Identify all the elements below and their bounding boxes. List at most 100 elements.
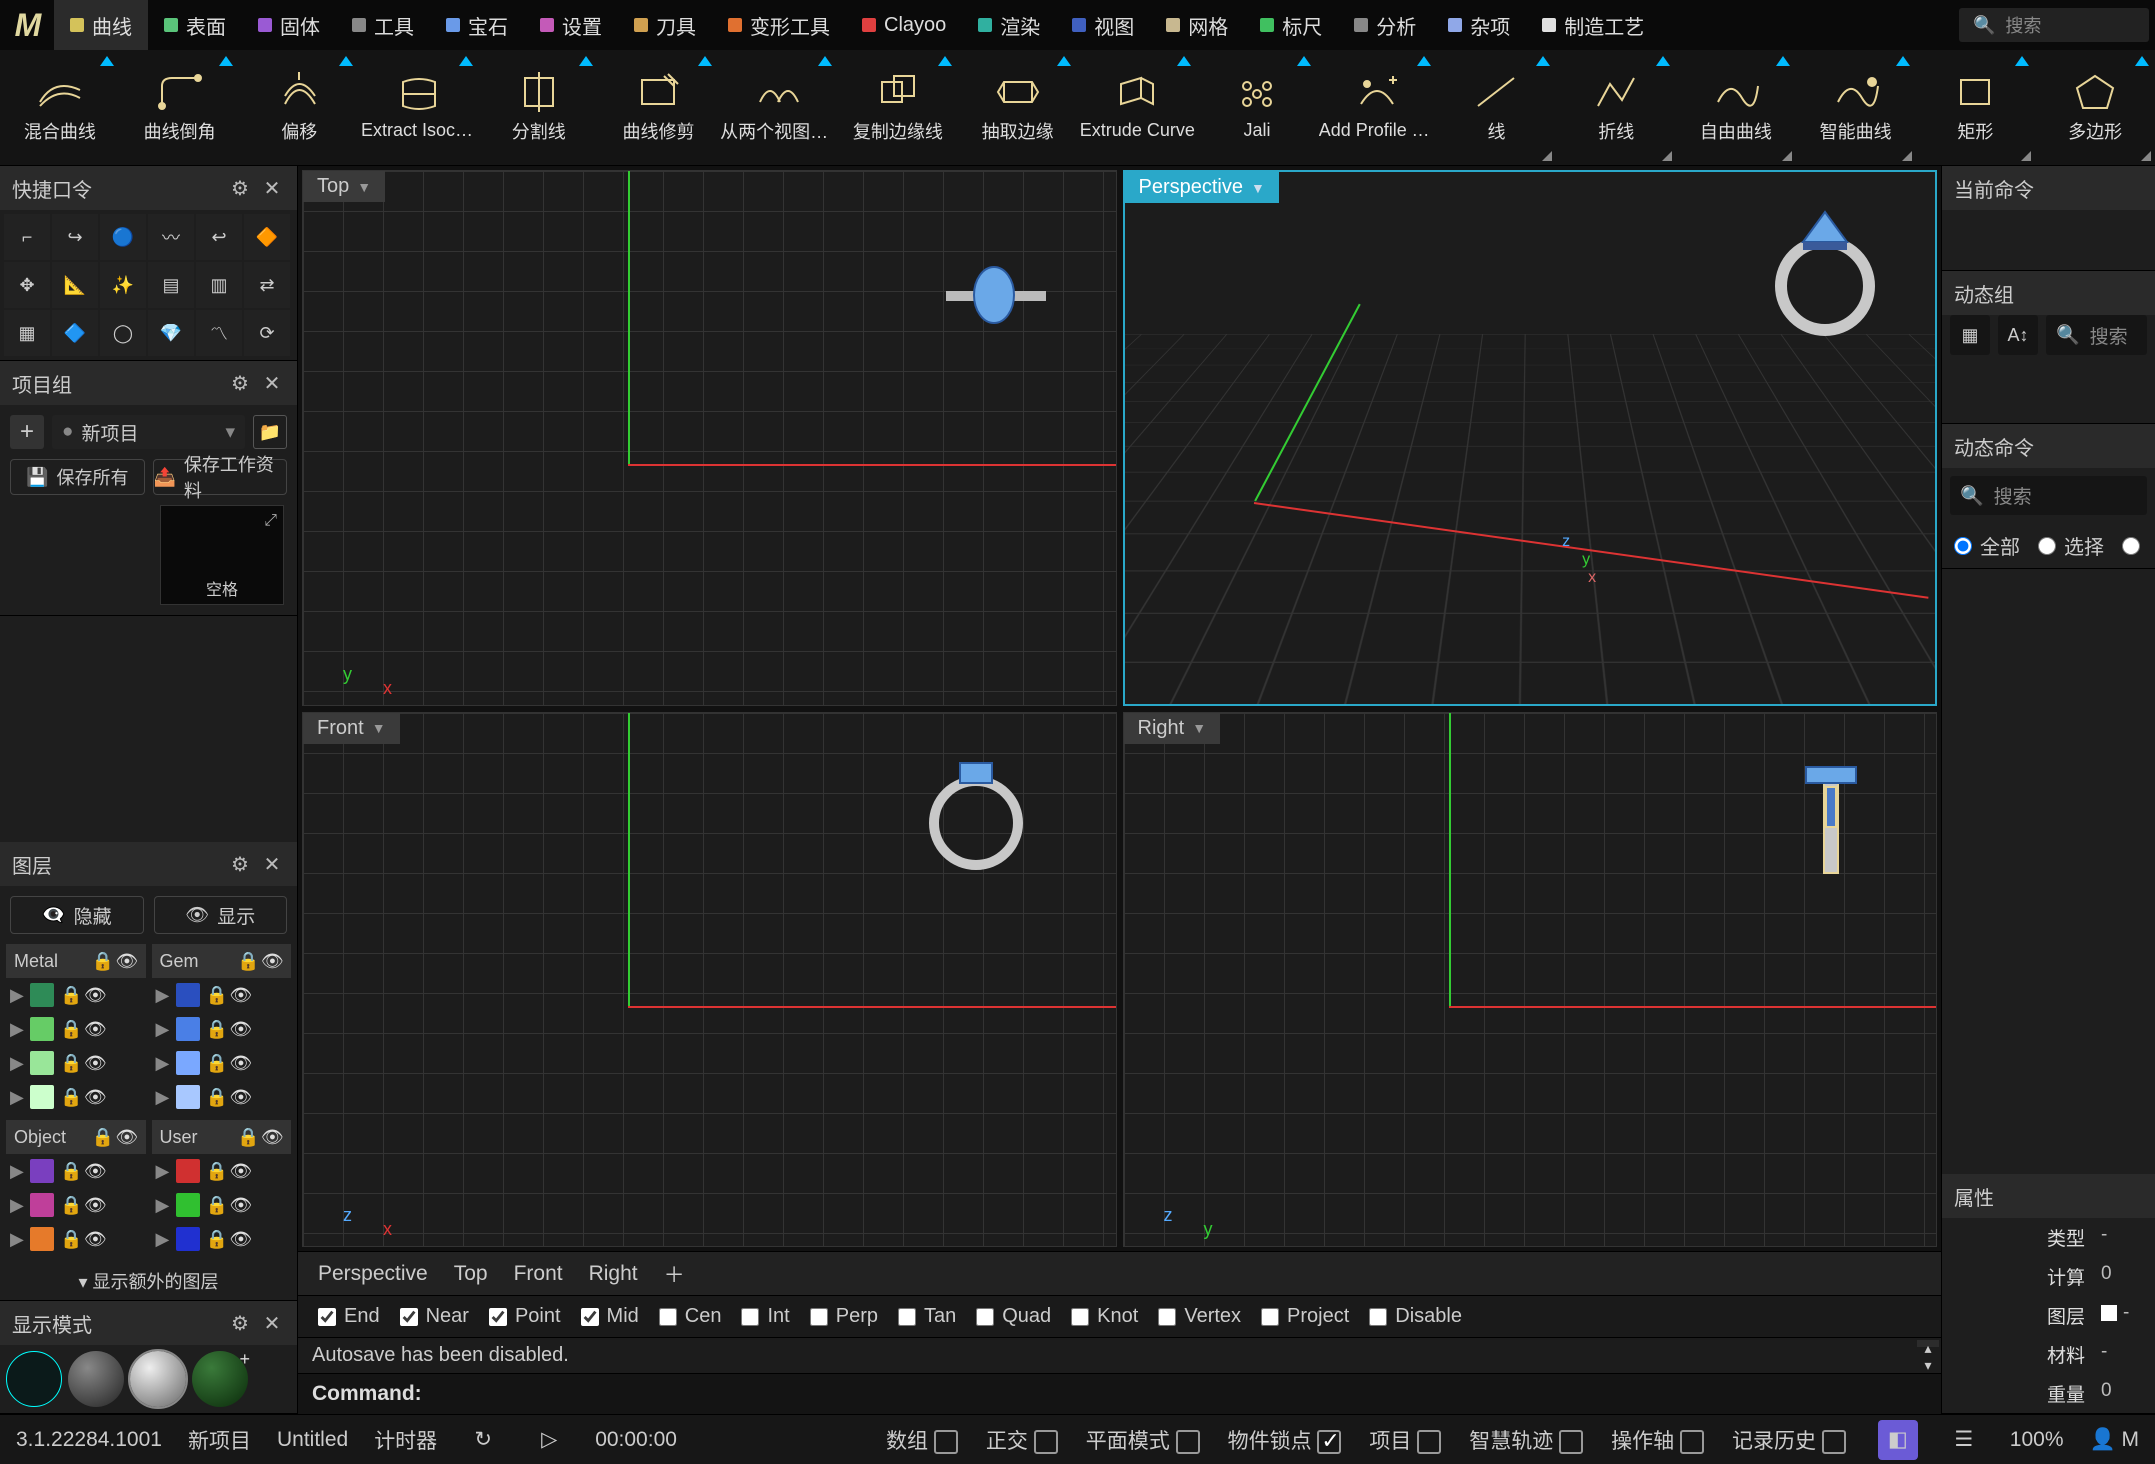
- snap-End[interactable]: End: [318, 1305, 380, 1328]
- layer-row[interactable]: ▶🔒👁: [6, 1012, 146, 1046]
- menu-刀具[interactable]: 刀具: [618, 0, 712, 50]
- snap-Tan[interactable]: Tan: [898, 1305, 956, 1328]
- menu-固体[interactable]: 固体: [242, 0, 336, 50]
- quick-icon-15[interactable]: 💎: [148, 310, 194, 356]
- quick-icon-5[interactable]: 🔶: [244, 214, 290, 260]
- tool-智能曲线[interactable]: 智能曲线: [1796, 50, 1916, 165]
- search-input[interactable]: 🔍 搜索: [1959, 8, 2149, 42]
- menu-宝石[interactable]: 宝石: [430, 0, 524, 50]
- tab-front[interactable]: Front: [514, 1262, 563, 1286]
- viewport-label[interactable]: Front▼: [303, 713, 400, 744]
- quick-icon-11[interactable]: ⇄: [244, 262, 290, 308]
- viewport-label[interactable]: Top▼: [303, 171, 385, 202]
- tool-Extrude Curve[interactable]: Extrude Curve: [1077, 50, 1197, 165]
- layer-row[interactable]: ▶🔒👁: [6, 1222, 146, 1256]
- log-scrollbar[interactable]: ▴▾: [1917, 1340, 1939, 1347]
- layer-row[interactable]: ▶🔒👁: [6, 1080, 146, 1114]
- menu-表面[interactable]: 表面: [148, 0, 242, 50]
- quick-icon-9[interactable]: ▤: [148, 262, 194, 308]
- quick-icon-0[interactable]: ⌐: [4, 214, 50, 260]
- viewport-label[interactable]: Perspective▼: [1125, 172, 1279, 203]
- search-input[interactable]: 🔍 搜索: [2046, 315, 2147, 355]
- save-all-button[interactable]: 💾 保存所有: [10, 459, 145, 495]
- save-work-button[interactable]: 📤 保存工作资料: [153, 459, 288, 495]
- list-icon[interactable]: ☰: [1944, 1420, 1984, 1460]
- tool-折线[interactable]: 折线: [1556, 50, 1676, 165]
- display-mode-custom[interactable]: [192, 1351, 248, 1407]
- layer-group-head[interactable]: Gem🔒👁: [152, 944, 292, 978]
- tool-分割线[interactable]: 分割线: [479, 50, 599, 165]
- menu-制造工艺[interactable]: 制造工艺: [1526, 0, 1660, 50]
- gear-icon[interactable]: ⚙: [227, 370, 253, 396]
- quick-icon-7[interactable]: 📐: [52, 262, 98, 308]
- close-icon[interactable]: ✕: [259, 175, 285, 201]
- layer-row[interactable]: ▶🔒👁: [152, 1188, 292, 1222]
- quick-icon-8[interactable]: ✨: [100, 262, 146, 308]
- snap-Project[interactable]: Project: [1261, 1305, 1349, 1328]
- menu-工具[interactable]: 工具: [336, 0, 430, 50]
- tool-线[interactable]: 线: [1437, 50, 1557, 165]
- tab-perspective[interactable]: Perspective: [318, 1262, 428, 1286]
- tool-曲线倒角[interactable]: 曲线倒角: [120, 50, 240, 165]
- layer-group-head[interactable]: Object🔒👁: [6, 1120, 146, 1154]
- project-thumbnail[interactable]: ⤢ 空格: [160, 505, 284, 605]
- show-more-layers[interactable]: ▾ 显示额外的图层: [0, 1262, 297, 1300]
- tool-曲线修剪[interactable]: 曲线修剪: [599, 50, 719, 165]
- quick-icon-10[interactable]: ▥: [196, 262, 242, 308]
- quick-icon-3[interactable]: 〰: [148, 214, 194, 260]
- tab-right[interactable]: Right: [589, 1262, 638, 1286]
- new-project-label[interactable]: 新项目: [188, 1425, 251, 1455]
- quick-icon-16[interactable]: 〽: [196, 310, 242, 356]
- quick-icon-2[interactable]: 🔵: [100, 214, 146, 260]
- status-toggle-记录历史[interactable]: 记录历史: [1732, 1425, 1852, 1455]
- tool-多边形[interactable]: 多边形: [2035, 50, 2155, 165]
- snap-Disable[interactable]: Disable: [1369, 1305, 1462, 1328]
- user-icon[interactable]: 👤 M: [2090, 1428, 2139, 1452]
- quick-icon-6[interactable]: ✥: [4, 262, 50, 308]
- snap-Point[interactable]: Point: [489, 1305, 561, 1328]
- viewport-label[interactable]: Right▼: [1124, 713, 1221, 744]
- gear-icon[interactable]: ⚙: [227, 1310, 253, 1336]
- gear-icon[interactable]: ⚙: [227, 851, 253, 877]
- sort-icon[interactable]: A↕: [1998, 315, 2038, 355]
- status-toggle-操作轴[interactable]: 操作轴: [1611, 1425, 1710, 1455]
- layer-group-head[interactable]: Metal🔒👁: [6, 944, 146, 978]
- menu-渲染[interactable]: 渲染: [962, 0, 1056, 50]
- viewport-front[interactable]: Front▼ z x: [302, 712, 1117, 1248]
- layer-row[interactable]: ▶🔒👁: [152, 1046, 292, 1080]
- quick-icon-1[interactable]: ↪: [52, 214, 98, 260]
- status-toggle-数组[interactable]: 数组: [886, 1425, 964, 1455]
- tool-混合曲线[interactable]: 混合曲线: [0, 50, 120, 165]
- status-toggle-智慧轨迹[interactable]: 智慧轨迹: [1469, 1425, 1589, 1455]
- menu-标尺[interactable]: 标尺: [1244, 0, 1338, 50]
- quick-icon-14[interactable]: ◯: [100, 310, 146, 356]
- radio-select[interactable]: 选择: [2038, 531, 2104, 560]
- menu-分析[interactable]: 分析: [1338, 0, 1432, 50]
- gear-icon[interactable]: ⚙: [227, 175, 253, 201]
- menu-Clayoo[interactable]: Clayoo: [846, 0, 962, 50]
- 3d-view-icon[interactable]: ◧: [1878, 1420, 1918, 1460]
- close-icon[interactable]: ✕: [259, 370, 285, 396]
- viewport-top[interactable]: Top▼ y x: [302, 170, 1117, 706]
- menu-设置[interactable]: 设置: [524, 0, 618, 50]
- viewport-perspective[interactable]: Perspective▼ zyx: [1123, 170, 1938, 706]
- hide-button[interactable]: 👁‍🗨 隐藏: [10, 896, 144, 934]
- reset-timer-icon[interactable]: ↻: [463, 1420, 503, 1460]
- tab-top[interactable]: Top: [454, 1262, 488, 1286]
- display-mode-shaded[interactable]: [68, 1351, 124, 1407]
- tool-从两个视图的曲线[interactable]: 从两个视图的曲线: [718, 50, 838, 165]
- status-toggle-正交[interactable]: 正交: [986, 1425, 1064, 1455]
- layer-row[interactable]: ▶🔒👁: [152, 1222, 292, 1256]
- quick-icon-4[interactable]: ↩: [196, 214, 242, 260]
- layer-row[interactable]: ▶🔒👁: [6, 1188, 146, 1222]
- add-project-button[interactable]: +: [10, 415, 44, 449]
- grid-icon[interactable]: ▦: [1950, 315, 1990, 355]
- layer-row[interactable]: ▶🔒👁: [152, 978, 292, 1012]
- snap-Int[interactable]: Int: [741, 1305, 789, 1328]
- tool-Extract Isocurve Fr...[interactable]: Extract Isocurve Fr...: [359, 50, 479, 165]
- snap-Mid[interactable]: Mid: [581, 1305, 639, 1328]
- tool-偏移[interactable]: 偏移: [239, 50, 359, 165]
- display-mode-wireframe[interactable]: [6, 1351, 62, 1407]
- folder-icon[interactable]: 📁: [253, 415, 287, 449]
- expand-icon[interactable]: ⤢: [264, 512, 277, 530]
